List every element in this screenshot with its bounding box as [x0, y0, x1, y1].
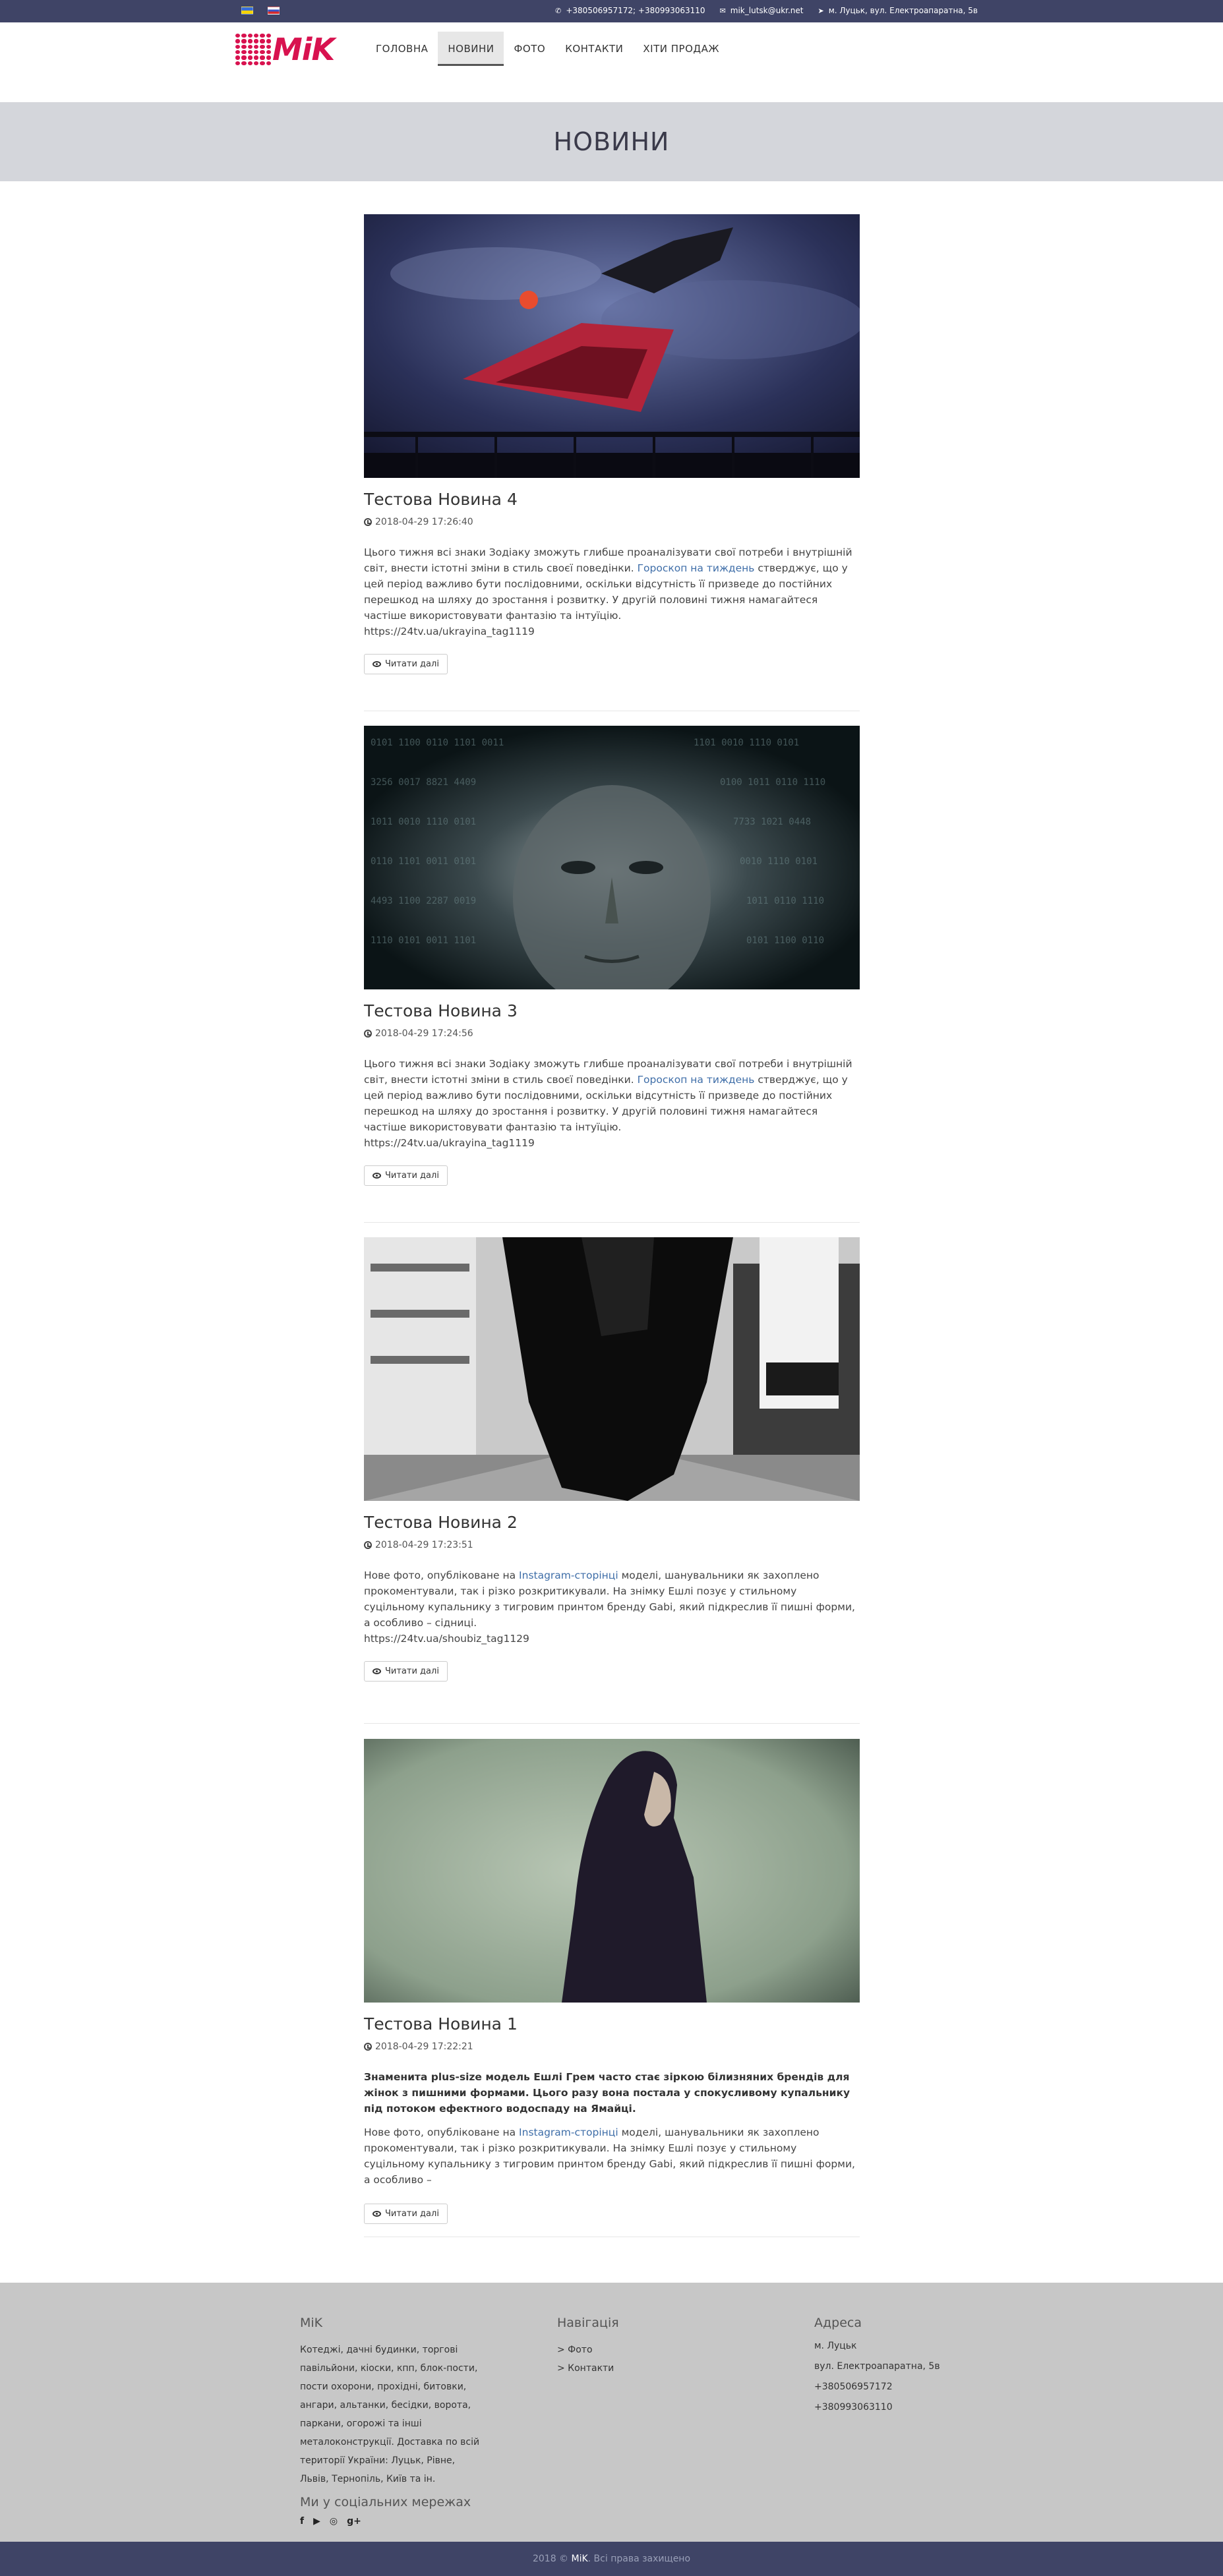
news-title[interactable]: Тестова Новина 1	[364, 2014, 860, 2034]
footer: MiK Котеджі, дачні будинки, торгові паві…	[0, 2283, 1223, 2542]
news-excerpt: Знаменита plus-size модель Ешлі Грем час…	[364, 2069, 860, 2194]
social-links: f ▶ ◎ g+	[300, 2516, 485, 2527]
source-url: https://24tv.ua/ukrayina_tag1119	[364, 626, 535, 637]
divider	[364, 1723, 860, 1724]
header: MiK ГОЛОВНА НОВИНИ ФОТО КОНТАКТИ ХІТИ ПР…	[0, 22, 1223, 103]
news-excerpt: Цього тижня всі знаки Зодіаку зможуть гл…	[364, 1056, 860, 1151]
footer-street: вул. Електроапаратна, 5в	[814, 2361, 940, 2372]
footer-phone-2: +380993063110	[814, 2402, 893, 2413]
logo-text: MiK	[272, 32, 335, 67]
source-url: https://24tv.ua/ukrayina_tag1119	[364, 1137, 535, 1149]
source-url: https://24tv.ua/shoubiz_tag1129	[364, 1633, 529, 1645]
nav-item-contacts[interactable]: КОНТАКТИ	[555, 32, 633, 66]
news-title[interactable]: Тестова Новина 3	[364, 1001, 860, 1020]
read-more-button[interactable]: Читати далі	[364, 654, 448, 674]
news-image[interactable]	[364, 1739, 860, 2003]
footer-about: MiK Котеджі, дачні будинки, торгові паві…	[300, 2316, 485, 2527]
news-item: Тестова Новина 1 2018-04-29 17:22:21 Зна…	[364, 1739, 860, 2224]
clock-icon	[364, 518, 372, 526]
page-heading-band: НОВИНИ	[0, 102, 1223, 181]
eye-icon	[373, 1668, 381, 1674]
svg-text:4493 1100 2287 0019: 4493 1100 2287 0019	[371, 896, 476, 906]
page-title: НОВИНИ	[553, 127, 670, 156]
news-date: 2018-04-29 17:22:21	[364, 2041, 860, 2052]
news-title[interactable]: Тестова Новина 2	[364, 1513, 860, 1532]
news-lead: Знаменита plus-size модель Ешлі Грем час…	[364, 2071, 850, 2115]
copyright-bar: 2018 © MiK. Всі права захищено	[0, 2542, 1223, 2576]
news-excerpt: Нове фото, опубліковане на Instagram-сто…	[364, 1567, 860, 1647]
divider	[364, 1222, 860, 1223]
eye-icon	[373, 2211, 381, 2217]
instagram-link[interactable]: Instagram-сторінці	[519, 2126, 618, 2138]
footer-about-text: Котеджі, дачні будинки, торгові павільйо…	[300, 2345, 480, 2484]
news-image[interactable]	[364, 1237, 860, 1501]
eye-icon	[373, 661, 381, 667]
news-date: 2018-04-29 17:26:40	[364, 517, 860, 527]
horoscope-link[interactable]: Гороскоп на тиждень	[638, 562, 755, 574]
phone-icon: ✆	[555, 7, 562, 15]
footer-link-contacts[interactable]: > Контакти	[557, 2359, 742, 2378]
news-item: Тестова Новина 2 2018-04-29 17:23:51 Нов…	[364, 1237, 860, 1682]
logo-dots-icon	[235, 34, 271, 65]
site-logo[interactable]: MiK	[235, 33, 357, 66]
svg-text:0110 1101 0011 0101: 0110 1101 0011 0101	[371, 856, 476, 867]
instagram-icon[interactable]: ◎	[330, 2516, 338, 2527]
footer-address: Адреса м. Луцьк вул. Електроапаратна, 5в…	[814, 2316, 999, 2422]
news-date: 2018-04-29 17:24:56	[364, 1028, 860, 1039]
footer-address-title: Адреса	[814, 2316, 862, 2330]
social-title: Ми у соціальних мережах	[300, 2495, 471, 2509]
footer-about-title: MiK	[300, 2316, 323, 2330]
svg-text:0100 1011 0110 1110: 0100 1011 0110 1110	[720, 777, 825, 788]
clock-icon	[364, 1030, 372, 1038]
top-phone: ✆ +380506957172; +380993063110	[555, 6, 705, 15]
news-date: 2018-04-29 17:23:51	[364, 1540, 860, 1550]
top-bar: ✆ +380506957172; +380993063110 ✉ mik_lutsk…	[0, 0, 1223, 22]
clock-icon	[364, 2043, 372, 2051]
read-more-button[interactable]: Читати далі	[364, 1165, 448, 1186]
main-nav: ГОЛОВНА НОВИНИ ФОТО КОНТАКТИ ХІТИ ПРОДАЖ	[366, 32, 729, 66]
news-item: 0101 1100 0110 1101 0011 1101 0010 1110 0…	[364, 726, 860, 1186]
svg-text:7733 1021 0448: 7733 1021 0448	[733, 817, 811, 827]
read-more-button[interactable]: Читати далі	[364, 1661, 448, 1682]
copyright-brand[interactable]: MiK	[572, 2554, 588, 2564]
clock-icon	[364, 1541, 372, 1549]
news-image[interactable]: 0101 1100 0110 1101 0011 1101 0010 1110 0…	[364, 726, 860, 989]
nav-item-home[interactable]: ГОЛОВНА	[366, 32, 438, 66]
svg-text:1101 0010 1110 0101: 1101 0010 1110 0101	[694, 738, 799, 748]
news-excerpt: Цього тижня всі знаки Зодіаку зможуть гл…	[364, 544, 860, 639]
news-item: Тестова Новина 4 2018-04-29 17:26:40 Цьо…	[364, 214, 860, 674]
ukrainian-flag-icon[interactable]	[241, 7, 253, 15]
top-address: ➤ м. Луцьк, вул. Електроапаратна, 5в	[818, 6, 978, 15]
top-email[interactable]: ✉ mik_lutsk@ukr.net	[720, 6, 804, 15]
footer-city: м. Луцьк	[814, 2341, 857, 2351]
eye-icon	[373, 1173, 381, 1179]
facebook-icon[interactable]: f	[300, 2516, 304, 2527]
envelope-icon: ✉	[719, 7, 726, 15]
news-title[interactable]: Тестова Новина 4	[364, 490, 860, 509]
footer-navigation: Навігація > Фото > Контакти	[557, 2316, 742, 2378]
location-arrow-icon: ➤	[818, 7, 824, 15]
svg-text:0010 1110 0101: 0010 1110 0101	[740, 856, 818, 867]
language-switcher	[241, 7, 280, 15]
svg-text:0101 1100 0110 1101 0011: 0101 1100 0110 1101 0011	[371, 738, 504, 748]
nav-item-bestsellers[interactable]: ХІТИ ПРОДАЖ	[633, 32, 729, 66]
horoscope-link[interactable]: Гороскоп на тиждень	[638, 1074, 755, 1086]
read-more-button[interactable]: Читати далі	[364, 2204, 448, 2224]
russian-flag-icon[interactable]	[268, 7, 280, 15]
news-image[interactable]	[364, 214, 860, 478]
svg-text:0101 1100 0110: 0101 1100 0110	[746, 935, 824, 946]
nav-item-photo[interactable]: ФОТО	[504, 32, 555, 66]
footer-nav-title: Навігація	[557, 2316, 619, 2330]
svg-text:3256 0017 8821 4409: 3256 0017 8821 4409	[371, 777, 476, 788]
svg-text:1011 0110 1110: 1011 0110 1110	[746, 896, 824, 906]
top-contacts: ✆ +380506957172; +380993063110 ✉ mik_lutsk…	[555, 6, 978, 15]
google-plus-icon[interactable]: g+	[347, 2516, 361, 2527]
instagram-link[interactable]: Instagram-сторінці	[519, 1569, 618, 1581]
svg-text:1110 0101 0011 1101: 1110 0101 0011 1101	[371, 935, 476, 946]
footer-link-photo[interactable]: > Фото	[557, 2341, 742, 2359]
svg-text:1011 0010 1110 0101: 1011 0010 1110 0101	[371, 817, 476, 827]
nav-item-news[interactable]: НОВИНИ	[438, 32, 504, 66]
footer-phone-1: +380506957172	[814, 2382, 893, 2392]
youtube-icon[interactable]: ▶	[313, 2516, 320, 2527]
